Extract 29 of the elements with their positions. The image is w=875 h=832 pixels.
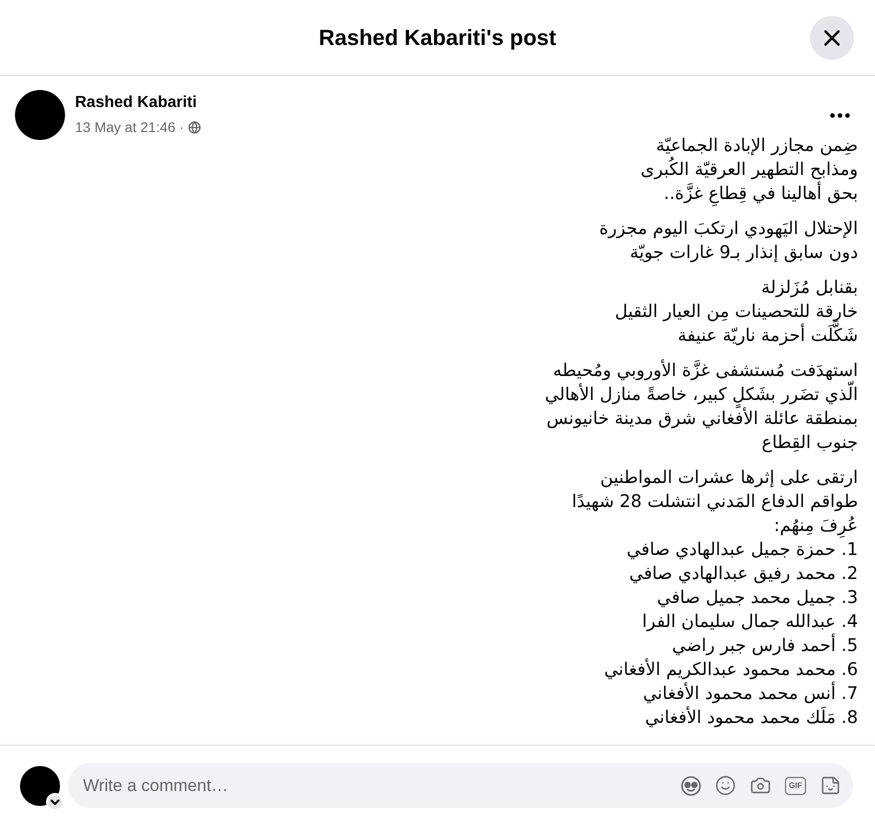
list-item: 4. عبدالله جمال سليمان الفرا bbox=[642, 611, 858, 634]
sticker-icon[interactable] bbox=[820, 775, 841, 796]
camera-icon[interactable] bbox=[750, 775, 771, 796]
post-paragraph: بقنابل مُزَلزلة خارقة للتحصينات مِن العيار الثقيل شَكَّلَت أحزمة ناريّة عنيفة bbox=[614, 277, 858, 348]
list-item: 6. محمد محمود عبدالكريم الأفغاني bbox=[604, 658, 858, 682]
post-timestamp[interactable]: 13 May at 21:46 bbox=[75, 118, 176, 136]
list-item: 8. مَلَك محمد محمود الأفغاني bbox=[645, 706, 858, 730]
smiley-icon[interactable] bbox=[715, 775, 736, 796]
separator: · bbox=[179, 118, 184, 136]
author-name[interactable]: Rashed Kabariti bbox=[75, 93, 202, 113]
glasses-face-icon[interactable] bbox=[681, 776, 701, 796]
more-options-icon[interactable] bbox=[830, 112, 850, 118]
list-item: 5. أحمد فارس جبر راضي bbox=[672, 634, 858, 658]
comment-field[interactable]: Write a comment… GIF bbox=[68, 763, 853, 808]
chevron-down-icon[interactable] bbox=[46, 793, 64, 811]
close-button[interactable] bbox=[810, 16, 854, 60]
gif-button[interactable]: GIF bbox=[785, 776, 806, 794]
list-item: 1. حمزة جميل عبدالهادي صافي bbox=[626, 539, 858, 562]
list-item: 3. جميل محمد جميل صافي bbox=[656, 587, 858, 610]
author-avatar[interactable] bbox=[15, 90, 65, 140]
post-paragraph: ضِمن مجازر الإبادة الجماعيّة ومذابح التطهير العرقيّة الكُبرى بحق أهالينا في قِطاعِ غزَّة.. bbox=[640, 134, 858, 206]
post-paragraph: ارتقى على إثرها عشرات المواطنين طواقم الدفاع المَدني انتشلت 28 شهيدًا عُرِفَ مِنهُم: bbox=[572, 467, 858, 538]
user-avatar[interactable] bbox=[20, 766, 60, 806]
list-item: 2. محمد رفيق عبدالهادي صافي bbox=[629, 563, 858, 586]
globe-icon[interactable] bbox=[188, 120, 202, 134]
list-item: 7. أنس محمد محمود الأفغاني bbox=[642, 682, 858, 706]
dialog-title: Rashed Kabariti's post bbox=[318, 24, 556, 50]
post-paragraph: استهدَفت مُستشفى غزَّة الأوروبي ومُحيطه الّذي تضَرر بشَكلٍ كبير، خاصةً منازل الأهالي بمنطقة عائلة الأفغاني شرق مدينة خانيونس جنوب القِطاع bbox=[544, 359, 858, 455]
post-paragraph: الإحتلال اليَهودي ارتكبَ اليوم مجزرة دون سابق إنذار بـ9 غارات جويّة bbox=[599, 218, 858, 265]
